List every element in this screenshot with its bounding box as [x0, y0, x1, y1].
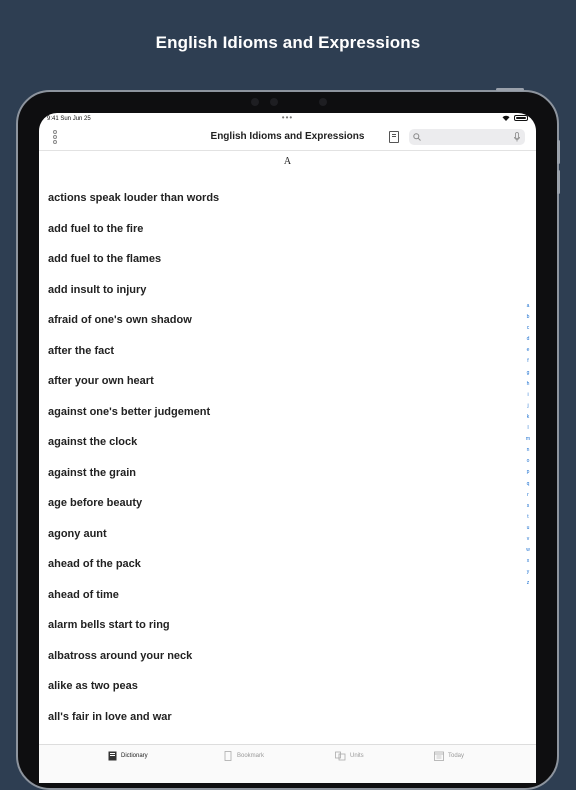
idiom-list-item[interactable]: against the clock — [48, 427, 219, 458]
index-letter[interactable]: f — [524, 356, 532, 367]
idiom-list-item[interactable]: alike as two peas — [48, 671, 219, 702]
idiom-list-item[interactable]: actions speak louder than words — [48, 183, 219, 214]
index-letter[interactable]: k — [524, 412, 532, 423]
index-letter[interactable]: j — [524, 401, 532, 412]
app-screen: 9:41 Sun Jun 25 ••• English Idioms and E… — [39, 113, 536, 783]
index-letter[interactable]: x — [524, 556, 532, 567]
index-letter[interactable]: y — [524, 567, 532, 578]
idiom-list-item[interactable]: against one's better judgement — [48, 397, 219, 428]
index-letter[interactable]: t — [524, 512, 532, 523]
idiom-list-item[interactable]: add insult to injury — [48, 275, 219, 306]
index-letter[interactable]: z — [524, 578, 532, 589]
battery-icon — [514, 115, 528, 121]
volume-up-button — [557, 140, 560, 164]
camera-icon — [270, 98, 278, 106]
index-letter[interactable]: l — [524, 423, 532, 434]
idiom-list-item[interactable]: afraid of one's own shadow — [48, 305, 219, 336]
index-letter[interactable]: q — [524, 479, 532, 490]
idiom-list-item[interactable]: all's fair in love and war — [48, 702, 219, 733]
index-letter[interactable]: v — [524, 534, 532, 545]
index-letter[interactable]: m — [524, 434, 532, 445]
idiom-list-item[interactable]: add fuel to the flames — [48, 244, 219, 275]
status-bar: 9:41 Sun Jun 25 ••• — [47, 113, 528, 125]
tab-label: Dictionary — [121, 753, 148, 759]
tab-today[interactable]: Today — [434, 751, 464, 761]
index-letter[interactable]: s — [524, 501, 532, 512]
index-letter[interactable]: n — [524, 445, 532, 456]
microphone-icon[interactable] — [514, 132, 520, 142]
dictionary-icon — [108, 751, 117, 761]
idiom-list-item[interactable]: age before beauty — [48, 488, 219, 519]
alphabet-index[interactable]: abcdefghijklmnopqrstuvwxyz — [524, 301, 532, 589]
idiom-list-item[interactable]: after the fact — [48, 336, 219, 367]
idiom-list-item[interactable]: ahead of time — [48, 580, 219, 611]
bookmark-icon — [224, 751, 232, 761]
idiom-list-item[interactable]: against the grain — [48, 458, 219, 489]
index-letter[interactable]: a — [524, 301, 532, 312]
navigation-bar: English Idioms and Expressions — [39, 125, 536, 151]
tab-label: Units — [350, 753, 364, 759]
idiom-list-item[interactable]: ahead of the pack — [48, 549, 219, 580]
index-letter[interactable]: u — [524, 523, 532, 534]
idiom-list-item[interactable]: alarm bells start to ring — [48, 610, 219, 641]
sensor-dot — [251, 98, 259, 106]
idiom-list-item[interactable]: albatross around your neck — [48, 641, 219, 672]
index-letter[interactable]: p — [524, 467, 532, 478]
tab-bar: Dictionary Bookmark Units Today — [39, 744, 536, 783]
index-letter[interactable]: g — [524, 368, 532, 379]
index-letter[interactable]: i — [524, 390, 532, 401]
index-letter[interactable]: c — [524, 323, 532, 334]
search-icon — [413, 133, 421, 141]
promo-headline: English Idioms and Expressions — [155, 33, 421, 52]
index-letter[interactable]: d — [524, 334, 532, 345]
search-field[interactable] — [409, 129, 525, 145]
units-icon — [335, 751, 346, 761]
tab-units[interactable]: Units — [335, 751, 364, 761]
idiom-list-item[interactable]: add fuel to the fire — [48, 214, 219, 245]
index-letter[interactable]: w — [524, 545, 532, 556]
tab-dictionary[interactable]: Dictionary — [108, 751, 148, 761]
tab-label: Today — [448, 753, 465, 759]
sensor-dot — [319, 98, 327, 106]
tab-bookmark[interactable]: Bookmark — [224, 751, 264, 761]
section-header: A — [283, 156, 292, 167]
top-button — [496, 88, 524, 91]
idiom-list-item[interactable]: after your own heart — [48, 366, 219, 397]
idiom-list: actions speak louder than words add fuel … — [48, 183, 219, 732]
idiom-list-item[interactable]: agony aunt — [48, 519, 219, 550]
book-icon[interactable] — [389, 131, 399, 143]
index-letter[interactable]: e — [524, 345, 532, 356]
calendar-icon — [434, 751, 444, 761]
index-letter[interactable]: r — [524, 490, 532, 501]
wifi-icon — [502, 115, 510, 121]
volume-down-button — [557, 170, 560, 194]
tab-label: Bookmark — [237, 753, 265, 759]
index-letter[interactable]: o — [524, 456, 532, 467]
multitasking-dots[interactable]: ••• — [47, 113, 528, 122]
index-letter[interactable]: h — [524, 379, 532, 390]
index-letter[interactable]: b — [524, 312, 532, 323]
